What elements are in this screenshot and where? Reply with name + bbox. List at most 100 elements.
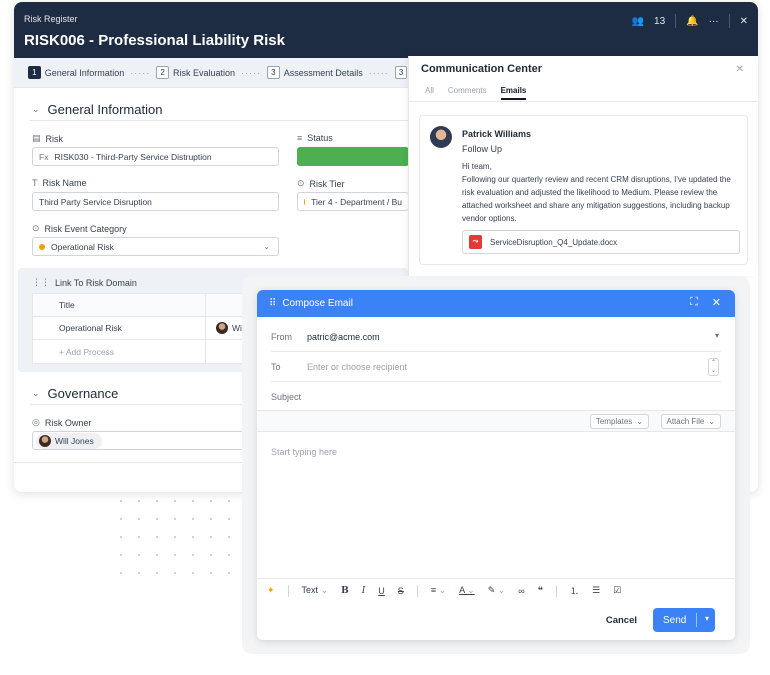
formatting-toolbar: ✦ Text ⌄ B I U S ≡ ⌄ A ⌄ ✎ ⌄ ∞ ❝ ⒈ ☰ ☑ [257,578,735,602]
more-icon[interactable]: ··· [709,16,719,27]
chevron-down-icon[interactable]: ⌄ [32,388,40,399]
risk-tier-value: Tier 4 - Department / Bu [311,196,402,207]
avatar [430,126,452,148]
subject-row[interactable]: Subject [271,382,721,412]
risk-owner-field[interactable]: Will Jones [32,431,252,450]
label-text: Status [307,133,333,143]
status-progress-bar[interactable] [297,147,409,166]
from-label: From [271,331,292,342]
expand-icon[interactable]: ⛶ [690,296,698,309]
event-category-value: Operational Risk [51,241,114,252]
send-split-divider [696,613,697,627]
tab-emails[interactable]: Emails [500,86,527,100]
email-subject: Follow Up [462,144,503,154]
send-options-icon[interactable]: ▾ [705,614,709,623]
attach-label: Attach File [666,417,705,426]
email-text: Following our quarterly review and recen… [462,175,731,223]
governance-heading[interactable]: ⌄ Governance [32,386,118,401]
send-button[interactable]: Send ▾ [653,608,715,632]
watchers-count: 13 [654,15,666,27]
highlight-icon[interactable]: ✎ ⌄ [488,585,506,596]
step-number[interactable]: 3 [267,66,280,79]
caret-down-icon[interactable]: ▾ [715,331,719,340]
tab-all[interactable]: All [425,86,434,100]
risk-name-input[interactable]: Third Party Service Disruption [32,192,279,211]
status-field-label: ≡ Status [297,133,333,143]
risk-lookup-field[interactable]: Fx RISK030 - Third-Party Service Distrup… [32,147,279,166]
tab-comments[interactable]: Comments [448,86,487,100]
close-icon[interactable]: ✕ [712,296,721,309]
from-row[interactable]: From patric@acme.com ▾ [271,322,721,352]
quote-icon[interactable]: ❝ [538,585,543,596]
step-connector: ····· [241,67,262,78]
category-dot [39,243,45,250]
send-label: Send [663,614,687,626]
add-process-button[interactable]: + Add Process [59,347,114,357]
label-text: Risk Name [42,178,87,188]
strikethrough-icon[interactable]: S [398,586,404,596]
empty-cell [205,340,216,363]
label-text: Risk Owner [44,417,92,428]
underline-icon[interactable]: U [378,586,385,596]
to-input[interactable]: Enter or choose recipient [307,362,407,372]
watchers-icon[interactable]: 👥 [632,16,644,27]
owner-chip[interactable]: Will Jones [36,432,102,449]
toolbar-divider [287,584,289,597]
email-body-editor[interactable]: Start typing here [271,447,337,457]
templates-dropdown[interactable]: Templates ⌄ [589,414,649,429]
circle-chevron-icon: ⊙ [32,223,40,233]
email-message-card[interactable]: Patrick Williams Follow Up Hi team, Foll… [419,115,748,265]
step-risk-evaluation[interactable]: Risk Evaluation [173,68,235,78]
ai-sparkle-icon[interactable]: ✦ [267,585,275,596]
drag-handle-icon[interactable]: ⠿ [269,298,276,309]
section-title: General Information [47,102,163,117]
italic-icon[interactable]: I [362,586,366,596]
compose-options-bar: Templates ⌄ Attach File ⌄ [257,410,735,432]
subject-input[interactable]: Subject [271,392,331,402]
header-actions: 👥 13 🔔 ··· ✕ [632,14,748,28]
close-icon[interactable]: ✕ [740,16,748,27]
step-number[interactable]: 1 [28,66,41,79]
general-information-heading[interactable]: ⌄ General Information [32,102,162,117]
to-label: To [271,361,281,372]
stepper-icon[interactable]: ⌃ ⌄ [707,358,719,376]
checklist-icon[interactable]: ☑ [613,585,621,596]
font-color-icon[interactable]: A ⌄ [459,585,475,596]
text-style-dropdown[interactable]: Text ⌄ [302,585,329,596]
to-row[interactable]: To Enter or choose recipient ⌃ ⌄ [271,352,721,382]
drag-handle-icon[interactable]: ⋮⋮ [32,277,50,288]
section-title: Governance [47,386,119,401]
row-title: Operational Risk [59,323,122,333]
step-assessment-details[interactable]: Assessment Details [284,68,363,78]
compose-header[interactable]: ⠿ Compose Email ⛶ ✕ [257,290,735,317]
attach-file-dropdown[interactable]: Attach File ⌄ [660,414,721,429]
bold-icon[interactable]: B [341,586,349,596]
formula-icon: Fx [39,151,49,162]
header-divider [728,14,730,28]
numbered-list-icon[interactable]: ⒈ [570,584,579,597]
risk-name-label: T Risk Name [32,178,87,188]
close-icon[interactable]: ✕ [736,64,744,75]
email-body: Hi team, Following our quarterly review … [462,160,744,225]
chevron-down-icon: ⌄ [263,242,270,251]
tab-underline [409,101,758,102]
bell-icon[interactable]: 🔔 [686,16,698,27]
step-number[interactable]: 2 [156,66,169,79]
event-category-select[interactable]: Operational Risk ⌄ [32,237,279,256]
bullet-list-icon[interactable]: ☰ [592,585,600,596]
step-number[interactable]: 3 [394,66,408,79]
align-icon[interactable]: ≡ ⌄ [431,585,446,596]
email-sender: Patrick Williams [462,129,531,139]
link-icon[interactable]: ∞ [518,586,524,596]
column-header-secondary [205,294,216,316]
chevron-down-icon: ⌄ [708,417,715,426]
attachment-chip[interactable]: ⤳ ServiceDisruption_Q4_Update.docx [462,230,740,254]
risk-name-value: Third Party Service Disruption [39,196,152,207]
risk-domain-label: ⋮⋮ Link To Risk Domain [32,277,137,288]
toolbar-divider [416,584,418,597]
cancel-button[interactable]: Cancel [606,615,637,626]
lines-icon: ≡ [297,133,303,143]
chevron-down-icon[interactable]: ⌄ [32,104,40,115]
risk-tier-select[interactable]: Tier 4 - Department / Bu [297,192,409,211]
step-general-information[interactable]: General Information [45,68,125,78]
